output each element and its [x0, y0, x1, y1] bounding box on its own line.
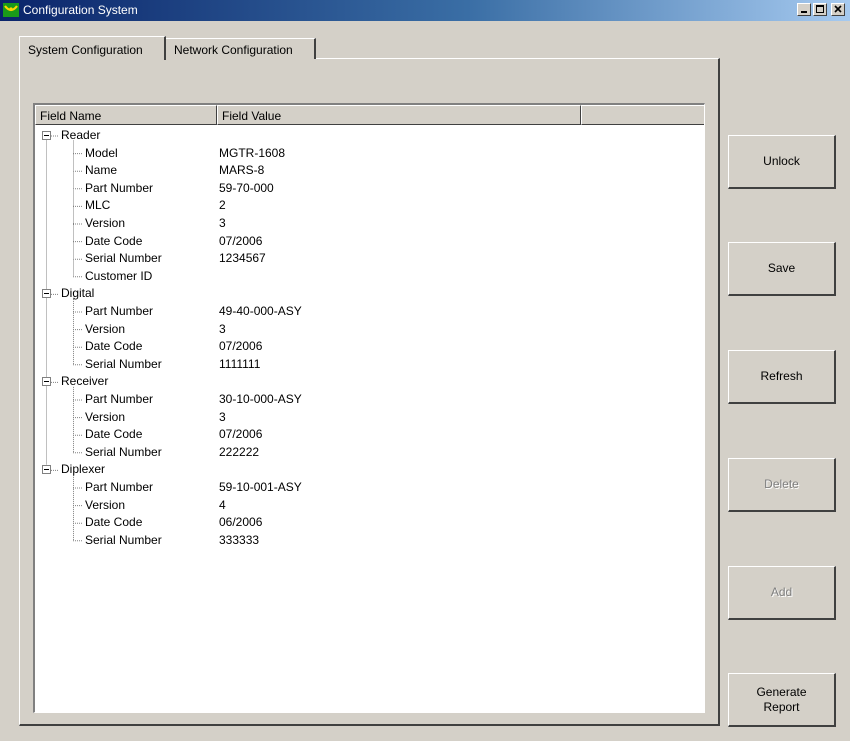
field-name-cell[interactable]: Date Code [85, 427, 142, 444]
list-header: Field Name Field Value [35, 105, 704, 125]
maximize-button[interactable] [813, 3, 827, 16]
field-value-cell[interactable]: 49-40-000-ASY [219, 304, 302, 321]
field-value-cell[interactable]: 06/2006 [219, 515, 262, 532]
tab-network-configuration[interactable]: Network Configuration [165, 38, 316, 59]
tree-group-diplexer[interactable]: Diplexer [61, 462, 105, 479]
field-name-cell[interactable]: Part Number [85, 304, 153, 321]
field-value-cell[interactable]: 3 [219, 216, 226, 233]
field-value-cell[interactable]: 2 [219, 198, 226, 215]
field-name-cell[interactable]: Date Code [85, 515, 142, 532]
save-button[interactable]: Save [728, 242, 836, 296]
field-value-cell[interactable]: 07/2006 [219, 427, 262, 444]
field-value-cell[interactable]: 3 [219, 322, 226, 339]
field-value-cell[interactable]: 1234567 [219, 251, 266, 268]
field-name-cell[interactable]: Serial Number [85, 357, 162, 374]
collapse-toggle-icon[interactable] [42, 377, 51, 387]
field-name-cell[interactable]: Version [85, 216, 125, 233]
generate-report-button[interactable]: Generate Report [728, 673, 836, 727]
collapse-toggle-icon[interactable] [42, 289, 51, 299]
field-name-cell[interactable]: Version [85, 322, 125, 339]
maximize-icon [816, 5, 824, 13]
field-name-cell[interactable]: Serial Number [85, 533, 162, 550]
tab-system-configuration[interactable]: System Configuration [19, 36, 166, 60]
field-value-cell[interactable]: 59-10-001-ASY [219, 480, 302, 497]
field-value-cell[interactable]: 59-70-000 [219, 181, 274, 198]
field-value-cell[interactable]: 4 [219, 498, 226, 515]
field-name-cell[interactable]: Part Number [85, 392, 153, 409]
tree-group-digital[interactable]: Digital [61, 286, 94, 303]
field-name-cell[interactable]: Part Number [85, 181, 153, 198]
column-header-extra[interactable] [581, 105, 704, 125]
window-title: Configuration System [23, 3, 138, 17]
field-value-cell[interactable]: 07/2006 [219, 339, 262, 356]
title-bar: Configuration System [0, 0, 850, 21]
field-name-cell[interactable]: Part Number [85, 480, 153, 497]
refresh-button-label: Refresh [760, 369, 803, 383]
unlock-button-label: Unlock [763, 154, 800, 168]
minimize-button[interactable] [797, 3, 811, 16]
field-value-cell[interactable]: MARS-8 [219, 163, 264, 180]
field-name-cell[interactable]: Version [85, 410, 125, 427]
field-value-cell[interactable]: MGTR-1608 [219, 146, 285, 163]
refresh-button[interactable]: Refresh [728, 350, 836, 404]
close-icon [834, 5, 842, 13]
tree-group-receiver[interactable]: Receiver [61, 374, 108, 391]
tree-group-reader[interactable]: Reader [61, 128, 100, 145]
add-button[interactable]: Add [728, 566, 836, 620]
field-name-cell[interactable]: Name [85, 163, 117, 180]
tree-body: Reader Model MGTR-1608 Name MARS-8 Part Numbe… [35, 125, 704, 712]
field-value-cell[interactable]: 3 [219, 410, 226, 427]
field-value-cell[interactable]: 333333 [219, 533, 259, 550]
field-name-cell[interactable]: Customer ID [85, 269, 152, 286]
field-name-cell[interactable]: Serial Number [85, 251, 162, 268]
field-name-cell[interactable]: Model [85, 146, 118, 163]
app-logo-icon [3, 3, 19, 17]
delete-button-label: Delete [764, 477, 799, 491]
generate-report-button-label: Generate Report [756, 684, 807, 714]
field-value-cell[interactable]: 30-10-000-ASY [219, 392, 302, 409]
unlock-button[interactable]: Unlock [728, 135, 836, 189]
delete-button[interactable]: Delete [728, 458, 836, 512]
column-header-field-name[interactable]: Field Name [35, 105, 217, 125]
close-button[interactable] [831, 3, 845, 16]
collapse-toggle-icon[interactable] [42, 465, 51, 475]
add-button-label: Add [770, 585, 793, 599]
tree-connector-lines [46, 135, 83, 542]
field-value-cell[interactable]: 1111111 [219, 357, 260, 374]
field-name-cell[interactable]: MLC [85, 198, 110, 215]
config-tree-list[interactable]: Field Name Field Value Reader Model MGTR-1… [33, 103, 705, 713]
collapse-toggle-icon[interactable] [42, 131, 51, 140]
field-name-cell[interactable]: Date Code [85, 339, 142, 356]
field-value-cell[interactable]: 222222 [219, 445, 259, 462]
field-name-cell[interactable]: Version [85, 498, 125, 515]
field-name-cell[interactable]: Serial Number [85, 445, 162, 462]
minimize-icon [801, 11, 807, 13]
column-header-field-value[interactable]: Field Value [217, 105, 581, 125]
field-value-cell[interactable]: 07/2006 [219, 234, 262, 251]
save-button-label: Save [767, 261, 796, 275]
field-name-cell[interactable]: Date Code [85, 234, 142, 251]
